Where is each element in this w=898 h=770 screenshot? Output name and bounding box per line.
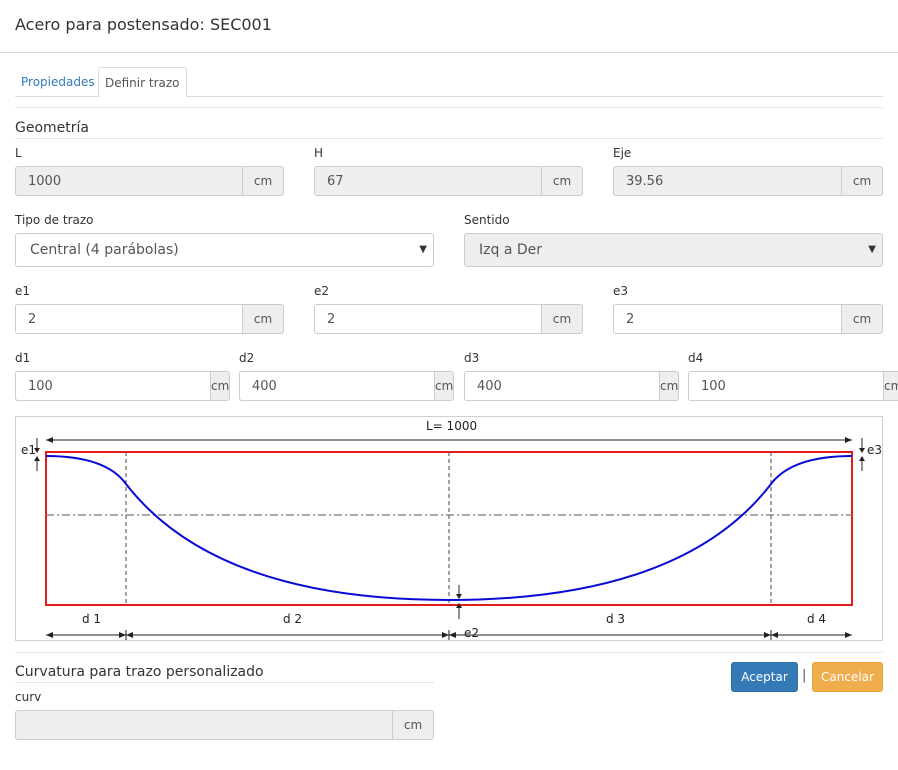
label-e1: e1 (15, 284, 31, 298)
unit-d3: cm (659, 371, 680, 401)
select-sentido-value: Izq a Der (479, 242, 542, 258)
label-d2: d2 (239, 351, 255, 365)
label-curv: curv (15, 690, 42, 704)
chevron-down-icon: ▼ (868, 244, 876, 255)
input-d4[interactable] (688, 371, 883, 401)
unit-curv: cm (392, 710, 434, 740)
tab-definir-trazo[interactable]: Definir trazo (98, 67, 187, 98)
arrow-icon (845, 437, 852, 443)
unit-d2: cm (434, 371, 455, 401)
select-sentido[interactable]: Izq a Der ▼ (464, 233, 883, 267)
input-group-L: cm (15, 166, 284, 196)
input-group-e1: cm (15, 304, 284, 334)
label-L-total: L= 1000 (426, 419, 477, 433)
input-e1[interactable] (15, 304, 242, 334)
arrow-icon (456, 594, 462, 599)
label-d4-diagram: d 4 (807, 612, 826, 626)
label-d1-diagram: d 1 (82, 612, 101, 626)
input-group-curv: cm (15, 710, 434, 740)
custom-section-title: Curvatura para trazo personalizado (15, 664, 434, 683)
label-tipo-trazo: Tipo de trazo (15, 213, 94, 227)
label-L: L (15, 146, 22, 160)
input-e2[interactable] (314, 304, 541, 334)
input-group-d1: cm (15, 371, 231, 401)
unit-e2: cm (541, 304, 583, 334)
select-tipo-trazo[interactable]: Central (4 parábolas) ▼ (15, 233, 434, 267)
label-e3-diagram: e3 (867, 443, 882, 457)
unit-d1: cm (210, 371, 231, 401)
label-d1: d1 (15, 351, 31, 365)
input-e3[interactable] (613, 304, 841, 334)
button-separator: | (802, 668, 807, 683)
arrow-icon (442, 632, 449, 638)
arrow-icon (46, 632, 53, 638)
arrow-icon (449, 632, 456, 638)
geometry-section-title: Geometría (15, 120, 883, 139)
arrow-icon (859, 448, 865, 453)
chevron-down-icon: ▼ (419, 244, 427, 255)
label-e2-diagram: e2 (464, 626, 479, 640)
input-group-e2: cm (314, 304, 583, 334)
input-d3[interactable] (464, 371, 659, 401)
unit-e3: cm (841, 304, 883, 334)
input-group-H: cm (314, 166, 583, 196)
arrow-icon (46, 437, 53, 443)
label-H: H (314, 146, 324, 160)
arrow-icon (126, 632, 133, 638)
unit-d4: cm (883, 371, 898, 401)
arrow-icon (764, 632, 771, 638)
label-d3-diagram: d 3 (606, 612, 625, 626)
label-d4: d4 (688, 351, 704, 365)
unit-H: cm (541, 166, 583, 196)
input-group-d4: cm (688, 371, 898, 401)
input-group-d3: cm (464, 371, 680, 401)
arrow-icon (119, 632, 126, 638)
label-e3: e3 (613, 284, 629, 298)
label-d2-diagram: d 2 (283, 612, 302, 626)
unit-e1: cm (242, 304, 284, 334)
unit-eje: cm (841, 166, 883, 196)
footer-divider (15, 652, 883, 653)
input-group-eje: cm (613, 166, 883, 196)
modal-title: Acero para postensado: SEC001 (15, 15, 272, 34)
label-e2: e2 (314, 284, 330, 298)
input-group-e3: cm (613, 304, 883, 334)
label-d3: d3 (464, 351, 480, 365)
input-d2[interactable] (239, 371, 434, 401)
modal-header: Acero para postensado: SEC001 (0, 0, 898, 53)
input-H[interactable] (314, 166, 541, 196)
label-e1-diagram: e1 (21, 443, 36, 457)
tab-propiedades[interactable]: Propiedades (15, 67, 101, 98)
label-eje: Eje (613, 146, 632, 160)
accept-button[interactable]: Aceptar (731, 662, 798, 692)
unit-L: cm (242, 166, 284, 196)
arrow-icon (845, 632, 852, 638)
tab-bar: Propiedades Definir trazo (15, 67, 883, 98)
arrow-icon (859, 456, 865, 461)
tendon-diagram: L= 1000 e1 e3 e2 d 1 d 2 d 3 d 4 (15, 416, 883, 641)
input-curv[interactable] (15, 710, 392, 740)
select-tipo-trazo-value: Central (4 parábolas) (30, 242, 179, 258)
input-L[interactable] (15, 166, 242, 196)
cancel-button[interactable]: Cancelar (812, 662, 883, 692)
input-eje[interactable] (613, 166, 841, 196)
input-d1[interactable] (15, 371, 210, 401)
label-sentido: Sentido (464, 213, 510, 227)
tendon-diagram-svg: L= 1000 e1 e3 e2 d 1 d 2 d 3 d 4 (21, 419, 882, 640)
arrow-icon (771, 632, 778, 638)
input-group-d2: cm (239, 371, 455, 401)
tab-content-divider (15, 107, 883, 108)
